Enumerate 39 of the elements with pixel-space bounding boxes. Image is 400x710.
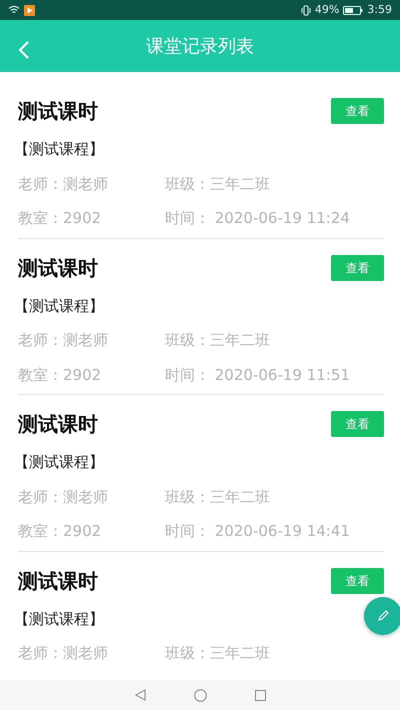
detail-text: 时间： 2020-06-19 11:51 (165, 364, 351, 386)
record-title: 测试课时 (18, 568, 98, 594)
course-name: 【测试课程】 (14, 296, 104, 316)
detail-text: 老师：测老师 (18, 643, 109, 664)
battery-icon (343, 6, 364, 14)
detail-text: 老师：测老师 (18, 174, 109, 194)
record-title: 测试课时 (18, 254, 98, 282)
detail-text: 时间： 2020-06-19 14:41 (165, 521, 351, 542)
detail-text: 班级：三年二班 (165, 643, 271, 664)
view-button[interactable]: 查看 (331, 254, 384, 280)
course-name: 【测试课程】 (14, 452, 104, 473)
view-button[interactable]: 查看 (331, 568, 384, 594)
detail-text: 老师：测老师 (18, 330, 109, 351)
detail-text: 教室：2902 (18, 364, 102, 386)
page-title: 课堂记录列表 (146, 34, 254, 58)
detail-text: 班级：三年二班 (165, 330, 271, 351)
pencil-icon (377, 610, 389, 622)
record-title: 测试课时 (18, 411, 98, 438)
course-name: 【测试课程】 (14, 139, 104, 160)
back-icon (18, 40, 30, 59)
course-name: 【测试课程】 (14, 608, 104, 630)
back-nav-icon[interactable] (134, 689, 146, 701)
status-time: 3:59 (367, 2, 392, 18)
detail-text: 教室：2902 (18, 208, 102, 229)
detail-text: 班级：三年二班 (165, 174, 271, 194)
detail-text: 老师：测老师 (18, 486, 109, 508)
app-notification-icon (24, 4, 35, 16)
vibrate-icon (300, 4, 311, 16)
home-nav-icon[interactable] (194, 688, 206, 702)
detail-text: 时间： 2020-06-19 11:24 (165, 208, 351, 229)
recents-nav-icon[interactable] (254, 690, 266, 700)
detail-text: 班级：三年二班 (165, 486, 271, 508)
battery-percent: 49% (314, 2, 340, 18)
record-title: 测试课时 (18, 98, 98, 125)
view-button[interactable]: 查看 (331, 98, 384, 124)
wifi-icon (8, 5, 20, 15)
edit-button[interactable] (364, 597, 400, 635)
detail-text: 教室：2902 (18, 521, 102, 542)
view-button[interactable]: 查看 (331, 411, 384, 437)
